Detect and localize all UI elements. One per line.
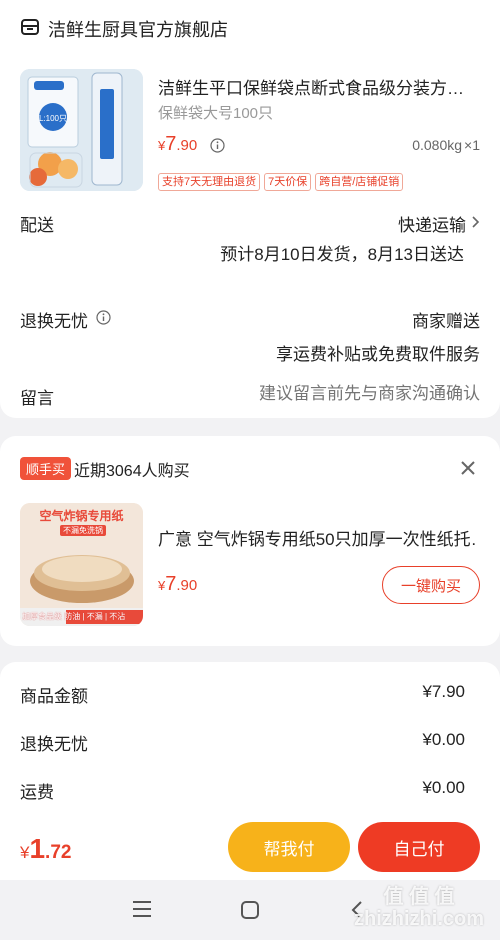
returns-service: 享运费补贴或免费取件服务	[276, 345, 480, 364]
chevron-right-icon	[470, 214, 480, 234]
help-pay-label: 帮我付	[263, 839, 315, 859]
addon-badge: 顺手买	[20, 457, 72, 480]
addon-price-dec: .90	[176, 577, 198, 594]
service-tags: 支持7天无理由退货 7天价保 跨自营/店铺促销	[158, 172, 407, 191]
addon-card: 顺手买 近期3064人购买 空气炸锅专用纸 不漏免洗锅 加厚食品级 防油 | 不…	[0, 436, 500, 646]
system-nav-bar: 值 值 值 zhizhizhi.com	[0, 880, 500, 940]
message-label: 留言	[20, 389, 54, 408]
price-int: 7	[165, 133, 177, 155]
delivery-method[interactable]: 快递运输	[398, 211, 480, 236]
self-pay-button[interactable]: 自己付	[358, 822, 480, 872]
product-weight-qty: 0.080kg ×1	[412, 137, 480, 153]
addon-image-sub: 不漏免洗锅	[60, 525, 106, 536]
watermark: 值 值 值 zhizhizhi.com	[354, 886, 484, 930]
returns-value: 商家赠送	[412, 312, 480, 331]
one-click-buy-button[interactable]: 一键购买	[382, 566, 480, 604]
tag-promotion: 跨自营/店铺促销	[315, 173, 404, 191]
delivery-label: 配送	[20, 216, 54, 235]
addon-image[interactable]: 空气炸锅专用纸 不漏免洗锅 加厚食品级 防油 | 不漏 | 不沾	[20, 503, 143, 626]
addon-recent: 近期3064人购买	[74, 463, 190, 480]
menu-icon[interactable]	[132, 900, 152, 923]
summary-shipping-value: ¥0.00	[422, 778, 465, 797]
pay-bar: ¥1.72 帮我付 自己付	[0, 815, 500, 880]
product-weight: 0.080kg	[412, 137, 463, 153]
shop-icon	[20, 17, 40, 42]
total-dec: .72	[45, 842, 72, 863]
delivery-eta: 预计8月10日发货，8月13日送达	[220, 245, 464, 264]
order-card: 洁鲜生厨具官方旗舰店 L:100只 洁鲜生平口保鲜袋点断式食品级分装方… 保鲜袋…	[0, 0, 500, 418]
shop-header[interactable]: 洁鲜生厨具官方旗舰店	[20, 16, 228, 42]
thumb-label: L:100只	[39, 114, 67, 123]
summary-goods-value: ¥7.90	[422, 682, 465, 701]
shop-name: 洁鲜生厨具官方旗舰店	[48, 20, 228, 40]
summary-returns-value: ¥0.00	[422, 730, 465, 749]
addon-image-title: 空气炸锅专用纸	[39, 509, 124, 523]
message-input[interactable]	[220, 380, 480, 408]
summary-shipping-label: 运费	[20, 783, 54, 802]
self-pay-label: 自己付	[393, 839, 445, 859]
returns-label: 退换无忧	[20, 312, 88, 331]
tag-no-reason-return: 支持7天无理由退货	[158, 173, 261, 191]
help-pay-button[interactable]: 帮我付	[228, 822, 350, 872]
addon-title[interactable]: 广意 空气炸锅专用纸50只加厚一次性纸托…	[158, 525, 478, 550]
addon-price-int: 7	[165, 573, 177, 595]
total-int: 1	[29, 833, 46, 864]
delivery-method-text: 快递运输	[398, 216, 466, 235]
summary-goods-label: 商品金额	[20, 687, 88, 706]
returns-info-icon[interactable]	[96, 309, 111, 330]
product-qty: ×1	[464, 137, 480, 153]
product-spec[interactable]: 保鲜袋大号100只	[158, 102, 273, 123]
total-price: ¥1.72	[20, 833, 71, 865]
product-image[interactable]: L:100只	[20, 69, 143, 191]
info-icon[interactable]	[210, 138, 225, 158]
addon-price: ¥7.90	[158, 573, 197, 596]
tag-price-protect: 7天价保	[264, 173, 312, 191]
one-click-buy-label: 一键购买	[400, 577, 461, 595]
addon-image-bottom: 加厚食品级 防油 | 不漏 | 不沾	[22, 612, 126, 621]
product-title[interactable]: 洁鲜生平口保鲜袋点断式食品级分装方…	[158, 74, 478, 99]
close-icon[interactable]	[460, 460, 476, 481]
price-dec: .90	[176, 137, 198, 154]
returns-row-label: 退换无忧	[20, 307, 111, 332]
home-icon[interactable]	[240, 900, 260, 925]
product-price: ¥7.90	[158, 133, 197, 156]
summary-returns-label: 退换无忧	[20, 735, 88, 754]
